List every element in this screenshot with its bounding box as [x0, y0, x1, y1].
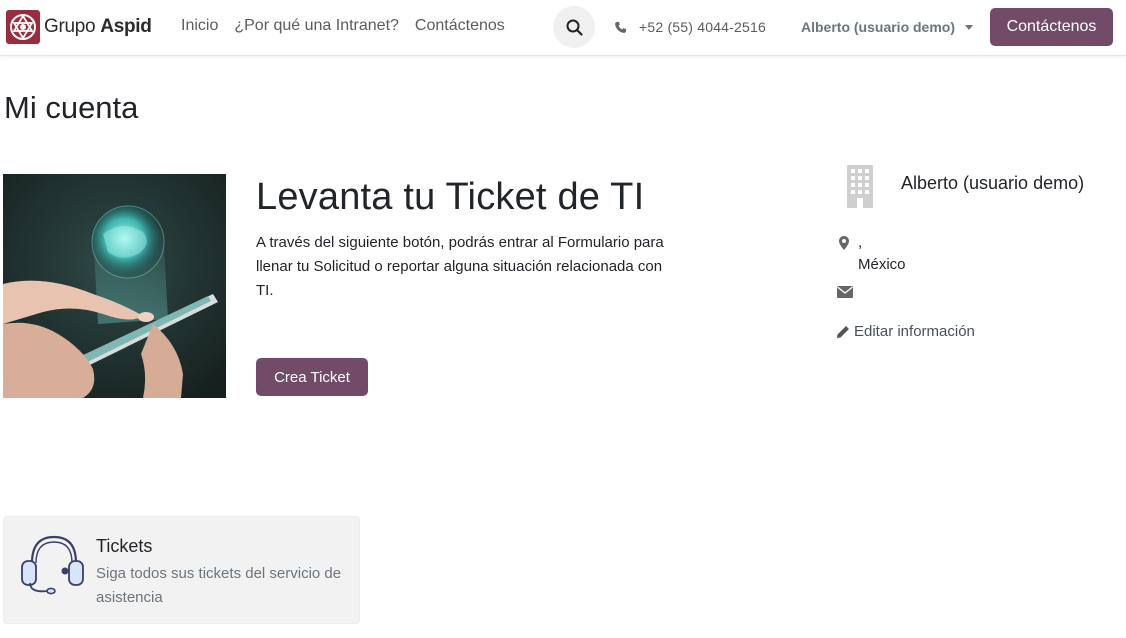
tickets-card[interactable]: Tickets Siga todos sus tickets del servi… [3, 516, 360, 624]
phone-number: +52 (55) 4044-2516 [639, 19, 766, 35]
pencil-icon [837, 325, 849, 338]
tickets-card-description: Siga todos sus tickets del servicio de a… [96, 565, 342, 606]
user-dropdown-label: Alberto (usuario demo) [801, 19, 956, 35]
tablet-globe-illustration [3, 174, 226, 398]
map-marker-icon [839, 236, 849, 250]
nav-link-por-que-intranet[interactable]: ¿Por qué una Intranet? [234, 17, 399, 35]
edit-info-link[interactable]: Editar información [836, 323, 975, 340]
hero-title: Levanta tu Ticket de TI [256, 176, 645, 218]
nav-link-contactenos[interactable]: Contáctenos [415, 17, 505, 35]
hero-image [3, 174, 226, 398]
phone-icon [615, 21, 627, 33]
top-navbar: Grupo Aspid Inicio ¿Por qué una Intranet… [0, 0, 1126, 56]
edit-info-label: Editar información [854, 323, 975, 340]
caret-down-icon [965, 24, 974, 30]
search-icon [566, 19, 583, 36]
nav-link-inicio[interactable]: Inicio [181, 17, 218, 35]
search-button[interactable] [553, 6, 595, 48]
phone-link[interactable]: +52 (55) 4044-2516 [614, 19, 766, 35]
address-country: México [858, 256, 906, 273]
tickets-card-title: Tickets [96, 536, 153, 556]
building-icon [847, 165, 873, 208]
headset-icon [21, 535, 84, 595]
address-line-1: , [858, 234, 863, 251]
brand-logo[interactable]: Grupo Aspid [6, 10, 152, 44]
user-dropdown[interactable]: Alberto (usuario demo) [801, 19, 974, 35]
main-nav: Inicio ¿Por qué una Intranet? Contácteno… [181, 17, 505, 35]
brand-name: Grupo Aspid [44, 16, 152, 37]
grupo-aspid-logo-icon [6, 10, 40, 44]
contact-cta-button[interactable]: Contáctenos [990, 8, 1113, 46]
page-title: Mi cuenta [4, 90, 139, 125]
hero-description: A través del siguiente botón, podrás ent… [256, 234, 664, 299]
create-ticket-button[interactable]: Crea Ticket [256, 358, 368, 396]
envelope-icon [837, 286, 853, 298]
profile-name: Alberto (usuario demo) [901, 173, 1085, 193]
